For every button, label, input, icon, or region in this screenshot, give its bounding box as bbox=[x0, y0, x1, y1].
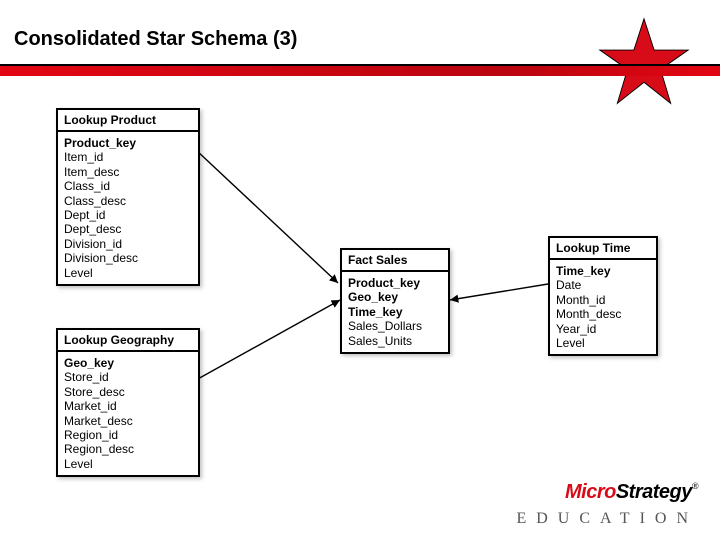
field: Region_id bbox=[64, 428, 192, 442]
entity-body: Product_key Item_id Item_desc Class_id C… bbox=[58, 132, 198, 284]
field: Division_id bbox=[64, 237, 192, 251]
brand-logo: MicroStrategy® bbox=[565, 481, 698, 504]
field-key: Time_key bbox=[556, 264, 650, 278]
entity-body: Product_key Geo_key Time_key Sales_Dolla… bbox=[342, 272, 448, 352]
field: Region_desc bbox=[64, 442, 192, 456]
field: Level bbox=[64, 266, 192, 280]
field: Dept_id bbox=[64, 208, 192, 222]
entity-lookup-geography: Lookup Geography Geo_key Store_id Store_… bbox=[56, 328, 200, 477]
entity-header: Lookup Geography bbox=[58, 330, 198, 352]
entity-body: Time_key Date Month_id Month_desc Year_i… bbox=[550, 260, 656, 354]
field: Date bbox=[556, 278, 650, 292]
field: Class_desc bbox=[64, 194, 192, 208]
entity-header: Lookup Time bbox=[550, 238, 656, 260]
entity-lookup-time: Lookup Time Time_key Date Month_id Month… bbox=[548, 236, 658, 356]
field: Market_id bbox=[64, 399, 192, 413]
field: Store_desc bbox=[64, 385, 192, 399]
entity-fact-sales: Fact Sales Product_key Geo_key Time_key … bbox=[340, 248, 450, 354]
field-key: Product_key bbox=[348, 276, 442, 290]
field: Market_desc bbox=[64, 414, 192, 428]
field: Sales_Dollars bbox=[348, 319, 442, 333]
star-icon bbox=[598, 16, 690, 108]
field: Sales_Units bbox=[348, 334, 442, 348]
field: Month_id bbox=[556, 293, 650, 307]
field: Month_desc bbox=[556, 307, 650, 321]
logo-left: Micro bbox=[565, 481, 616, 503]
field: Year_id bbox=[556, 322, 650, 336]
slide-title: Consolidated Star Schema (3) bbox=[14, 28, 297, 51]
field: Store_id bbox=[64, 370, 192, 384]
logo-right: Strategy bbox=[616, 481, 692, 503]
field-key: Geo_key bbox=[64, 356, 192, 370]
field: Division_desc bbox=[64, 251, 192, 265]
field: Item_desc bbox=[64, 165, 192, 179]
entity-header: Lookup Product bbox=[58, 110, 198, 132]
field: Class_id bbox=[64, 179, 192, 193]
entity-body: Geo_key Store_id Store_desc Market_id Ma… bbox=[58, 352, 198, 475]
field: Level bbox=[64, 457, 192, 471]
field-key: Time_key bbox=[348, 305, 442, 319]
logo-registered: ® bbox=[692, 481, 698, 491]
field: Item_id bbox=[64, 150, 192, 164]
entity-header: Fact Sales bbox=[342, 250, 448, 272]
title-divider bbox=[0, 64, 720, 76]
entity-lookup-product: Lookup Product Product_key Item_id Item_… bbox=[56, 108, 200, 286]
field: Level bbox=[556, 336, 650, 350]
field-key: Geo_key bbox=[348, 290, 442, 304]
field: Dept_desc bbox=[64, 222, 192, 236]
logo-tagline: EDUCATION bbox=[516, 510, 698, 528]
field-key: Product_key bbox=[64, 136, 192, 150]
